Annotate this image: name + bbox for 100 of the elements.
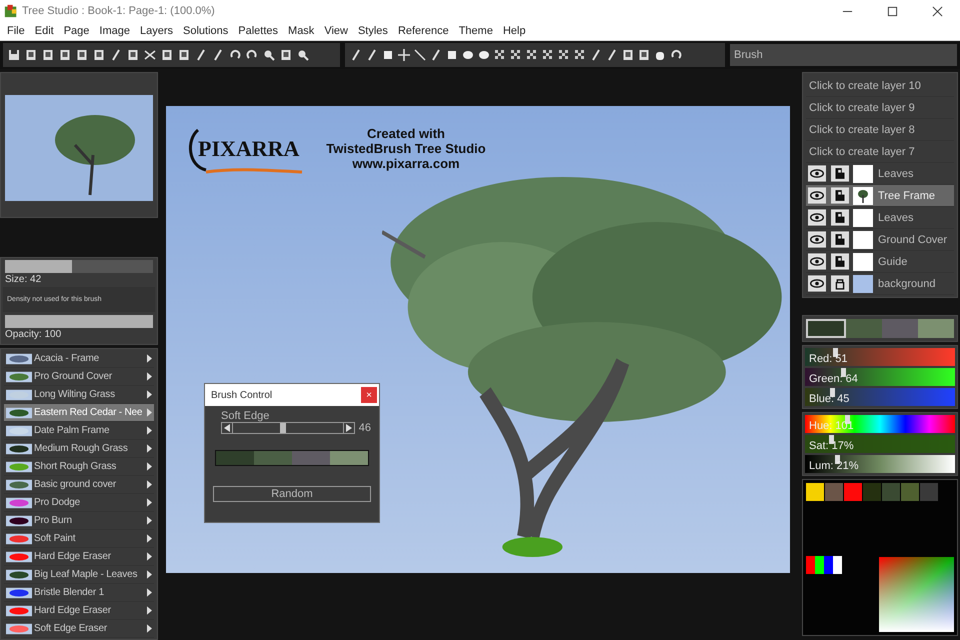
brush-item[interactable]: Hard Edge Eraser (4, 548, 154, 566)
checker-icon[interactable] (558, 49, 570, 61)
brush-item[interactable]: Acacia - Frame (4, 350, 154, 368)
document-icon[interactable] (76, 49, 88, 61)
menu-item[interactable]: Page (58, 25, 94, 37)
ellipse-icon[interactable] (462, 49, 474, 61)
locked-padlock-icon[interactable] (831, 165, 849, 182)
color-slider[interactable]: Lum: 21% (805, 455, 955, 473)
menu-item[interactable]: Layers (134, 25, 178, 37)
brush-item[interactable]: Date Palm Frame (4, 422, 154, 440)
basic-color-swatch[interactable] (833, 556, 842, 574)
magnifier-icon[interactable] (297, 49, 309, 61)
redo-icon[interactable] (246, 49, 258, 61)
color-swatch[interactable] (216, 451, 254, 465)
document-icon[interactable] (42, 49, 54, 61)
rectangle-icon[interactable] (382, 49, 394, 61)
eye-icon[interactable] (808, 165, 826, 182)
checker-icon[interactable] (526, 49, 538, 61)
pen-icon[interactable] (350, 49, 362, 61)
color-swatch[interactable] (292, 451, 330, 465)
opacity-slider[interactable] (5, 315, 153, 328)
slider-thumb[interactable] (280, 423, 286, 433)
rectangle-icon[interactable] (446, 49, 458, 61)
locked-padlock-icon[interactable] (831, 187, 849, 204)
create-layer-row[interactable]: Click to create layer 8 (806, 119, 954, 141)
create-layer-row[interactable]: Click to create layer 10 (806, 75, 954, 97)
unlocked-padlock-icon[interactable] (831, 275, 849, 292)
magnifier-icon[interactable] (263, 49, 275, 61)
palette-swatch[interactable] (882, 483, 900, 501)
document-icon[interactable] (178, 49, 190, 61)
layer-row[interactable]: Leaves (806, 207, 954, 229)
layer-row[interactable]: Ground Cover (806, 229, 954, 251)
pen-icon[interactable] (110, 49, 122, 61)
undo-icon[interactable] (670, 49, 682, 61)
slider-thumb[interactable] (828, 435, 834, 444)
create-layer-row[interactable]: Click to create layer 9 (806, 97, 954, 119)
menu-item[interactable]: Edit (30, 25, 59, 37)
brush-item[interactable]: Basic ground cover (4, 476, 154, 494)
palette-swatch[interactable] (806, 483, 824, 501)
right-arrow-icon[interactable] (344, 423, 354, 433)
palette-swatch[interactable] (863, 483, 881, 501)
color-slider[interactable]: Red: 51 (805, 348, 955, 366)
color-swatch[interactable] (330, 451, 368, 465)
undo-icon[interactable] (229, 49, 241, 61)
slider-thumb[interactable] (840, 368, 846, 377)
menu-item[interactable]: Mask (283, 25, 320, 37)
eye-icon[interactable] (808, 209, 826, 226)
menu-item[interactable]: Solutions (178, 25, 234, 37)
document-icon[interactable] (59, 49, 71, 61)
color-slider[interactable]: Green: 64 (805, 368, 955, 386)
eye-icon[interactable] (808, 253, 826, 270)
size-slider[interactable] (5, 260, 153, 273)
basic-color-swatch[interactable] (815, 556, 824, 574)
line-icon[interactable] (414, 49, 426, 61)
brush-item[interactable]: Bristle Blender 1 (4, 584, 154, 602)
menu-item[interactable]: Help (498, 25, 531, 37)
locked-padlock-icon[interactable] (831, 231, 849, 248)
menu-item[interactable]: Theme (454, 25, 498, 37)
menu-item[interactable]: File (2, 25, 30, 37)
menu-item[interactable]: Palettes (233, 25, 284, 37)
canvas-thumbnail[interactable] (5, 95, 153, 201)
menu-item[interactable]: View (319, 25, 353, 37)
menu-item[interactable]: Styles (352, 25, 393, 37)
document-icon[interactable] (161, 49, 173, 61)
left-arrow-icon[interactable] (222, 423, 232, 433)
pen-icon[interactable] (366, 49, 378, 61)
color-swatch[interactable] (918, 319, 954, 338)
brush-item[interactable]: Hard Edge Eraser (4, 602, 154, 620)
brush-item[interactable]: Soft Paint (4, 530, 154, 548)
create-layer-row[interactable]: Click to create layer 7 (806, 141, 954, 163)
menu-item[interactable]: Reference (392, 25, 454, 37)
brush-item[interactable]: Big Leaf Maple - Leaves (4, 566, 154, 584)
eye-icon[interactable] (808, 231, 826, 248)
palette-swatch[interactable] (901, 483, 919, 501)
brush-item[interactable]: Pro Burn (4, 512, 154, 530)
basic-color-swatch[interactable] (806, 556, 815, 574)
pen-icon[interactable] (590, 49, 602, 61)
document-icon[interactable] (25, 49, 37, 61)
layer-row[interactable]: background (806, 273, 954, 295)
document-icon[interactable] (127, 49, 139, 61)
eye-icon[interactable] (808, 187, 826, 204)
color-picker-square[interactable] (879, 557, 954, 632)
basic-color-swatch[interactable] (824, 556, 833, 574)
brush-item[interactable]: Soft Edge Eraser (4, 620, 154, 638)
move-icon[interactable] (398, 49, 410, 61)
brush-name-field[interactable]: Brush (730, 44, 957, 66)
brush-item[interactable]: Pro Dodge (4, 494, 154, 512)
pen-icon[interactable] (606, 49, 618, 61)
brush-item[interactable]: Pro Ground Cover (4, 368, 154, 386)
random-button[interactable]: Random (213, 486, 371, 502)
brush-item[interactable]: Eastern Red Cedar - Nee (4, 404, 154, 422)
brush-item[interactable]: Short Rough Grass (4, 458, 154, 476)
maximize-icon[interactable] (887, 6, 898, 16)
checker-icon[interactable] (574, 49, 586, 61)
color-swatch[interactable] (846, 319, 882, 338)
locked-padlock-icon[interactable] (831, 253, 849, 270)
pen-icon[interactable] (430, 49, 442, 61)
checker-icon[interactable] (510, 49, 522, 61)
eye-icon[interactable] (808, 275, 826, 292)
checker-icon[interactable] (542, 49, 554, 61)
